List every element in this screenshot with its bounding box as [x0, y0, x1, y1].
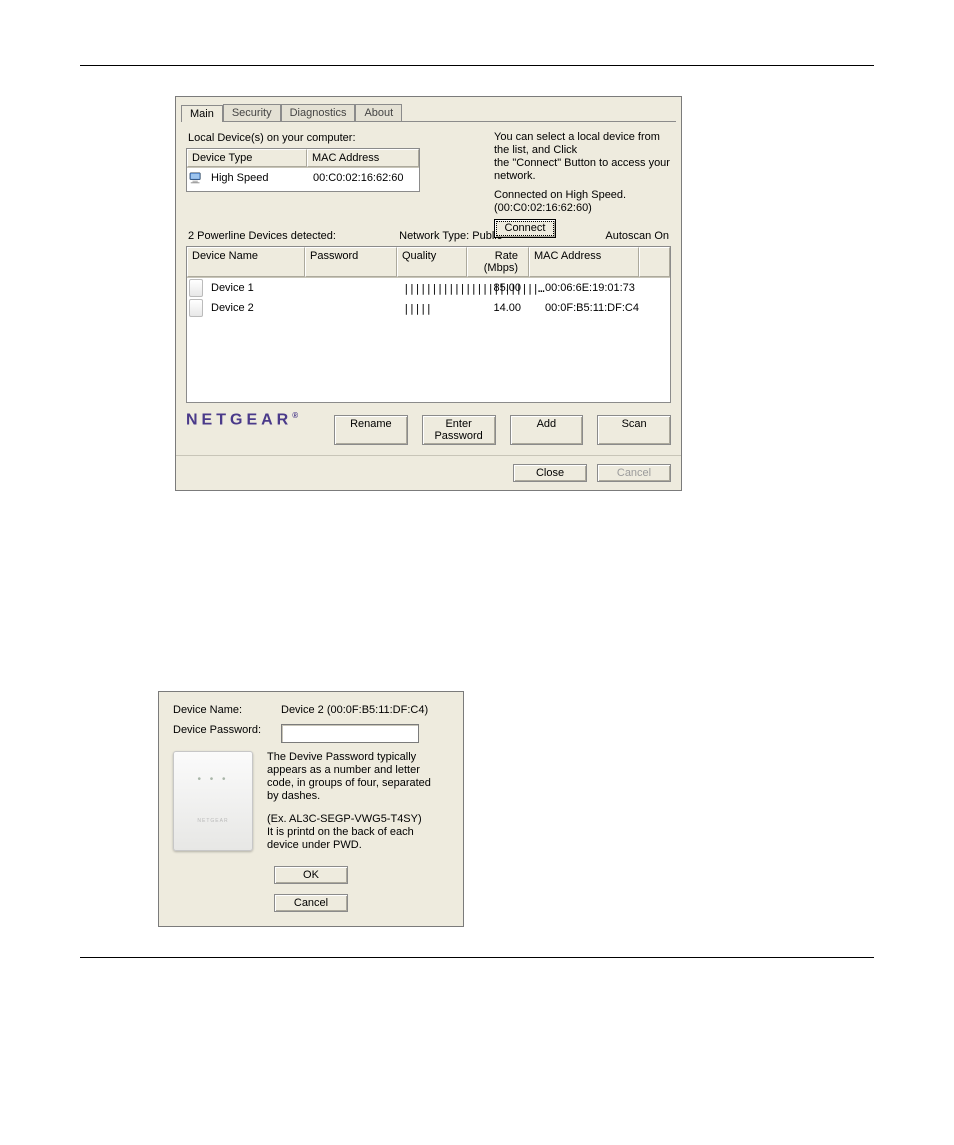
- device-quality: ||||||||||||||||||||||||…: [399, 282, 469, 295]
- add-button[interactable]: Add: [510, 415, 584, 445]
- powerline-devices-list[interactable]: Device Name Password Quality Rate (Mbps)…: [186, 246, 671, 403]
- col-device-type[interactable]: Device Type: [187, 149, 307, 167]
- tab-diagnostics[interactable]: Diagnostics: [281, 104, 356, 122]
- instruction-panel: You can select a local device from the l…: [494, 131, 674, 238]
- local-device-row[interactable]: High Speed 00:C0:02:16:62:60: [187, 168, 419, 188]
- password-help-1: The Devive Password typically appears as…: [267, 751, 437, 803]
- device-rate: 85.00: [469, 282, 531, 294]
- device-password-dialog: Device Name: Device 2 (00:0F:B5:11:DF:C4…: [158, 691, 464, 927]
- local-device-type: High Speed: [207, 172, 309, 184]
- tab-about[interactable]: About: [355, 104, 402, 122]
- col-rate[interactable]: Rate (Mbps): [467, 247, 529, 277]
- device-image: [173, 751, 253, 851]
- tab-bar: Main Security Diagnostics About: [176, 97, 681, 121]
- rename-button[interactable]: Rename: [334, 415, 408, 445]
- device-row[interactable]: Device 2 ||||| 14.00 00:0F:B5:11:DF:C4: [187, 298, 670, 318]
- device-row[interactable]: Device 1 ||||||||||||||||||||||||… 85.00…: [187, 278, 670, 298]
- local-devices-list[interactable]: Device Type MAC Address High Speed 00:C0…: [186, 148, 420, 192]
- device-icon: [189, 299, 203, 317]
- password-help-2: (Ex. AL3C-SEGP-VWG5-T4SY): [267, 813, 437, 826]
- device-password-label: Device Password:: [173, 724, 281, 743]
- device-mac: 00:0F:B5:11:DF:C4: [531, 302, 641, 314]
- network-type-label: Network Type: Public: [399, 230, 502, 242]
- device-rate: 14.00: [469, 302, 531, 314]
- devices-detected-label: 2 Powerline Devices detected:: [188, 230, 336, 242]
- cancel-button: Cancel: [597, 464, 671, 482]
- col-quality[interactable]: Quality: [397, 247, 467, 277]
- connected-status: Connected on High Speed. (00:C0:02:16:62…: [494, 189, 674, 215]
- enter-password-button[interactable]: Enter Password: [422, 415, 496, 445]
- cancel-button[interactable]: Cancel: [274, 894, 348, 912]
- col-device-name[interactable]: Device Name: [187, 247, 305, 277]
- device-icon: [189, 279, 203, 297]
- window-footer: Close Cancel: [176, 455, 681, 490]
- instruction-line-2: the "Connect" Button to access your netw…: [494, 157, 674, 183]
- connect-button[interactable]: Connect: [494, 219, 556, 238]
- col-password[interactable]: Password: [305, 247, 397, 277]
- ok-button[interactable]: OK: [274, 866, 348, 884]
- instruction-line-1: You can select a local device from the l…: [494, 131, 674, 157]
- device-name-label: Device Name:: [173, 704, 281, 716]
- local-device-mac: 00:C0:02:16:62:60: [309, 172, 419, 184]
- netgear-logo: NETGEAR®: [186, 411, 298, 429]
- powerline-utility-window: Main Security Diagnostics About Local De…: [175, 96, 682, 491]
- device-name: Device 1: [207, 282, 307, 294]
- device-quality: |||||: [399, 302, 469, 315]
- device-password-input[interactable]: [281, 724, 419, 743]
- col-mac-address[interactable]: MAC Address: [307, 149, 419, 167]
- device-name: Device 2: [207, 302, 307, 314]
- tab-main[interactable]: Main: [181, 105, 223, 122]
- tab-security[interactable]: Security: [223, 104, 281, 122]
- close-button[interactable]: Close: [513, 464, 587, 482]
- computer-icon: [189, 171, 203, 185]
- scan-button[interactable]: Scan: [597, 415, 671, 445]
- device-name-value: Device 2 (00:0F:B5:11:DF:C4): [281, 704, 449, 716]
- password-help-3: It is printd on the back of each device …: [267, 826, 437, 852]
- action-button-row: Rename Enter Password Add Scan: [334, 415, 671, 445]
- col-mac[interactable]: MAC Address: [529, 247, 639, 277]
- device-mac: 00:06:6E:19:01:73: [531, 282, 641, 294]
